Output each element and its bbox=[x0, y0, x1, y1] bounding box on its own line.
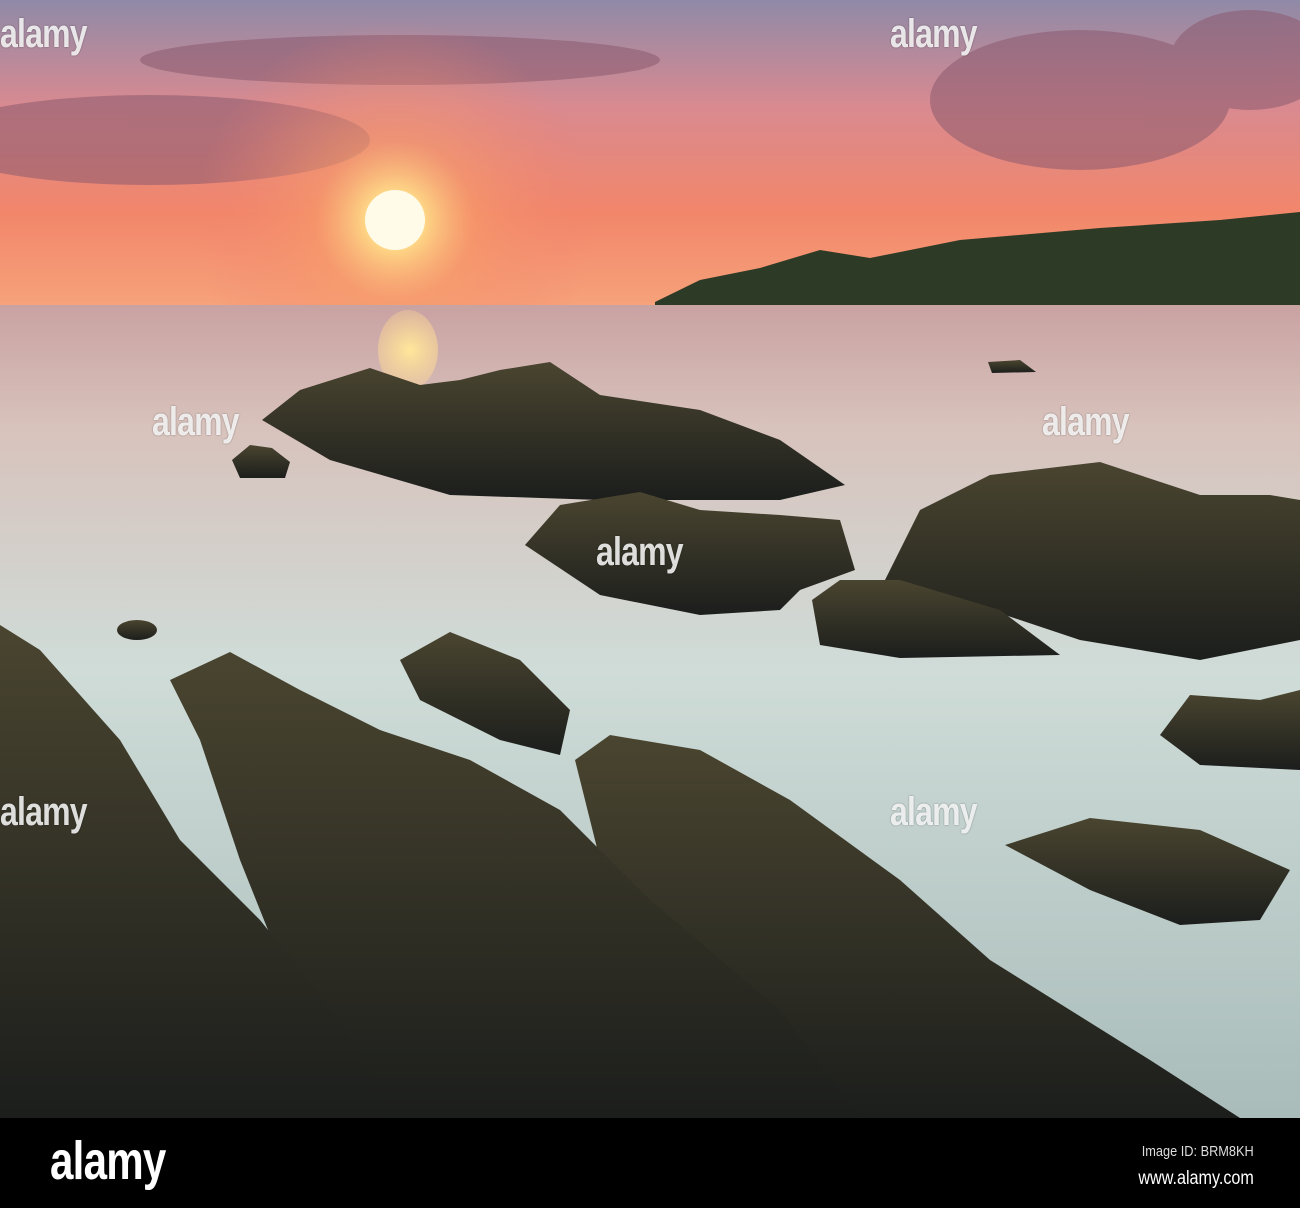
footer-bar: alamy Image ID: BRM8KH www.alamy.com bbox=[0, 1118, 1300, 1208]
watermark-text: alamy bbox=[596, 530, 684, 574]
watermark-text: alamy bbox=[152, 400, 240, 444]
watermark-text: alamy bbox=[0, 790, 88, 834]
watermark-text: alamy bbox=[890, 790, 978, 834]
watermark-text: alamy bbox=[1042, 400, 1130, 444]
alamy-logo: alamy bbox=[50, 1131, 166, 1191]
image-id: Image ID: BRM8KH bbox=[1142, 1143, 1254, 1160]
site-url: www.alamy.com bbox=[1138, 1168, 1254, 1189]
watermark-text: alamy bbox=[0, 12, 88, 56]
watermark-text: alamy bbox=[890, 12, 978, 56]
